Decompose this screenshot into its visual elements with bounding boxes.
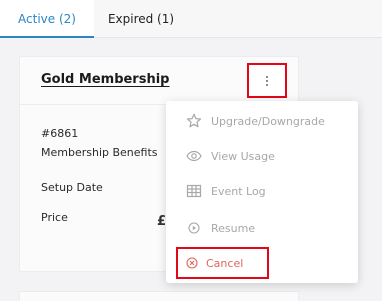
tab-bar: Active (2) Expired (1) <box>0 0 382 38</box>
membership-card-second <box>19 291 299 301</box>
price-value: £ <box>157 214 167 229</box>
membership-id: #6861 <box>41 127 79 140</box>
menu-item-view-usage[interactable]: View Usage <box>166 141 358 171</box>
membership-title[interactable]: Gold Membership <box>41 72 169 87</box>
play-circle-icon <box>185 219 203 237</box>
menu-item-label: View Usage <box>211 149 275 163</box>
setup-date-label: Setup Date <box>41 181 103 194</box>
kebab-icon <box>266 75 268 86</box>
menu-item-event-log[interactable]: Event Log <box>166 176 358 206</box>
options-dropdown: Upgrade/Downgrade View Usage Event Log R… <box>166 101 358 283</box>
tab-active[interactable]: Active (2) <box>0 0 94 38</box>
menu-item-upgrade-downgrade[interactable]: Upgrade/Downgrade <box>166 106 358 136</box>
menu-item-cancel[interactable]: Cancel <box>176 247 269 279</box>
menu-item-resume[interactable]: Resume <box>166 213 358 243</box>
membership-benefits-label: Membership Benefits <box>41 146 158 159</box>
star-icon <box>185 112 203 130</box>
more-options-button[interactable] <box>247 63 287 98</box>
menu-item-label: Event Log <box>211 184 266 198</box>
price-label: Price <box>41 211 68 224</box>
menu-item-label: Upgrade/Downgrade <box>211 114 325 128</box>
cancel-circle-icon <box>186 257 198 269</box>
menu-item-label: Resume <box>211 221 256 235</box>
card-header: Gold Membership <box>20 57 298 105</box>
table-icon <box>185 182 203 200</box>
eye-icon <box>185 147 203 165</box>
menu-item-label: Cancel <box>206 256 244 270</box>
tab-expired[interactable]: Expired (1) <box>100 0 182 38</box>
